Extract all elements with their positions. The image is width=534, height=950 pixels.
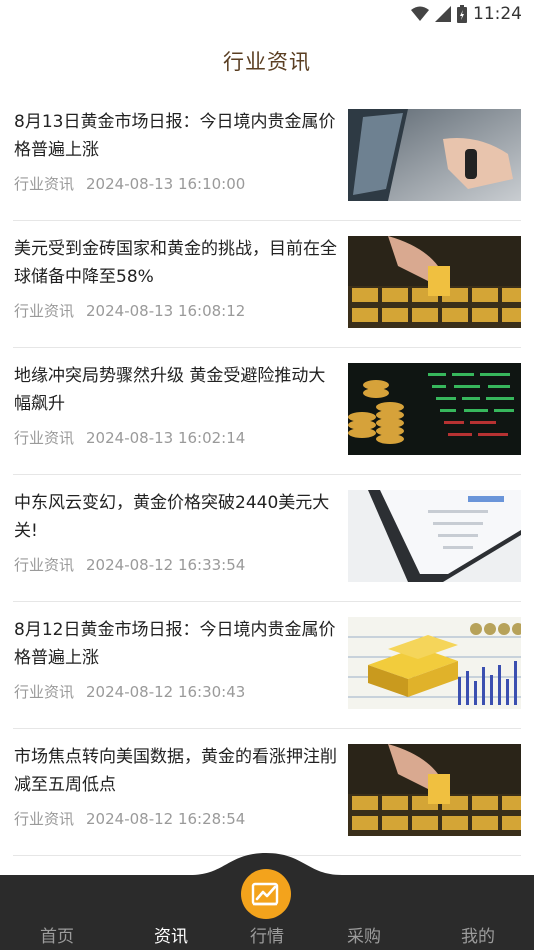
news-time: 2024-08-12 16:30:43 [86, 683, 246, 701]
trend-chart-icon [251, 882, 279, 906]
news-item[interactable]: 美元受到金砖国家和黄金的挑战，目前在全球储备中降至58% 行业资讯 2024-08… [13, 221, 521, 348]
page-title: 行业资讯 [223, 50, 311, 74]
news-item[interactable]: 中东风云变幻，黄金价格突破2440美元大关! 行业资讯 2024-08-12 16… [13, 475, 521, 602]
news-category: 行业资讯 [14, 302, 75, 320]
news-meta: 行业资讯 2024-08-13 16:10:00 [14, 173, 245, 194]
news-thumbnail-gold-chart [348, 617, 521, 709]
news-meta: 行业资讯 2024-08-12 16:30:43 [14, 681, 245, 702]
news-title: 美元受到金砖国家和黄金的挑战，目前在全球储备中降至58% [14, 239, 337, 287]
news-time: 2024-08-13 16:08:12 [86, 302, 246, 320]
page-header: 行业资讯 [0, 40, 534, 84]
tab-home[interactable]: 首页 [17, 922, 97, 947]
tab-news[interactable]: 资讯 [131, 922, 211, 947]
news-item[interactable]: 市场焦点转向美国数据，黄金的看涨押注削减至五周低点 行业资讯 2024-08-12… [13, 729, 521, 856]
news-time: 2024-08-12 16:33:54 [86, 556, 246, 574]
tab-purchase[interactable]: 采购 [324, 922, 404, 947]
bottom-tab-bar: 首页 资讯 行情 采购 我的 [0, 853, 534, 950]
news-item[interactable]: 地缘冲突局势骤然升级 黄金受避险推动大幅飙升 行业资讯 2024-08-13 16… [13, 348, 521, 475]
news-title: 8月13日黄金市场日报：今日境内贵金属价格普遍上涨 [14, 112, 336, 160]
news-title: 地缘冲突局势骤然升级 黄金受避险推动大幅飙升 [14, 366, 326, 414]
news-time: 2024-08-13 16:10:00 [86, 175, 246, 193]
news-thumbnail-gold-bars [348, 744, 521, 836]
signal-icon [435, 6, 451, 22]
news-title: 8月12日黄金市场日报：今日境内贵金属价格普遍上涨 [14, 620, 336, 668]
news-meta: 行业资讯 2024-08-12 16:33:54 [14, 554, 245, 575]
news-title: 中东风云变幻，黄金价格突破2440美元大关! [14, 493, 330, 541]
status-icons: 11:24 [411, 4, 522, 24]
status-bar: 11:24 [0, 0, 534, 28]
news-item[interactable]: 8月13日黄金市场日报：今日境内贵金属价格普遍上涨 行业资讯 2024-08-13… [13, 94, 521, 221]
news-meta: 行业资讯 2024-08-13 16:08:12 [14, 300, 245, 321]
news-time: 2024-08-12 16:28:54 [86, 810, 246, 828]
status-time: 11:24 [473, 4, 522, 24]
market-center-button[interactable] [241, 869, 291, 919]
news-item[interactable]: 8月12日黄金市场日报：今日境内贵金属价格普遍上涨 行业资讯 2024-08-12… [13, 602, 521, 729]
news-category: 行业资讯 [14, 429, 75, 447]
news-list: 8月13日黄金市场日报：今日境内贵金属价格普遍上涨 行业资讯 2024-08-13… [0, 94, 534, 856]
news-time: 2024-08-13 16:02:14 [86, 429, 246, 447]
battery-icon [457, 5, 467, 23]
news-thumbnail-coins-ticker [348, 363, 521, 455]
tab-market[interactable]: 行情 [227, 922, 307, 947]
news-meta: 行业资讯 2024-08-12 16:28:54 [14, 808, 245, 829]
news-thumbnail-gold-bars [348, 236, 521, 328]
news-thumbnail-laptop [348, 109, 521, 201]
wifi-icon [411, 6, 429, 21]
news-category: 行业资讯 [14, 683, 75, 701]
tab-mine[interactable]: 我的 [438, 922, 518, 947]
news-category: 行业资讯 [14, 810, 75, 828]
news-category: 行业资讯 [14, 556, 75, 574]
news-title: 市场焦点转向美国数据，黄金的看涨押注削减至五周低点 [14, 747, 337, 795]
news-category: 行业资讯 [14, 175, 75, 193]
news-meta: 行业资讯 2024-08-13 16:02:14 [14, 427, 245, 448]
news-thumbnail-phone [348, 490, 521, 582]
